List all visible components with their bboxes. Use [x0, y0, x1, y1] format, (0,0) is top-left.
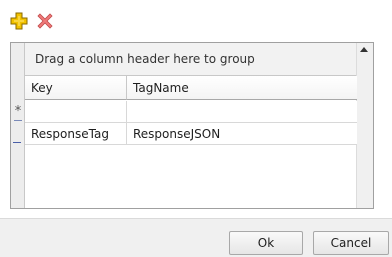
row-header-column	[11, 43, 25, 208]
cancel-button-label: Cancel	[330, 236, 372, 250]
vertical-scrollbar[interactable]	[356, 43, 373, 208]
new-row-key-cell[interactable]	[25, 101, 127, 123]
ok-button[interactable]: Ok	[229, 231, 303, 255]
new-row-tagname-cell[interactable]	[127, 101, 357, 123]
table-row-key-cell[interactable]: ResponseTag	[25, 123, 127, 145]
column-header-key-label: Key	[31, 80, 53, 95]
scroll-up-arrow-icon[interactable]	[360, 47, 368, 52]
row-indicator	[13, 142, 21, 143]
new-row-indicator: *	[12, 101, 24, 123]
remove-row-button[interactable]	[34, 10, 56, 32]
grid-toolbar	[8, 10, 56, 34]
group-panel-text: Drag a column header here to group	[35, 52, 255, 66]
data-grid: Drag a column header here to group Key T…	[10, 42, 374, 209]
column-header-tagname-label: TagName	[133, 80, 189, 95]
key-value: ResponseTag	[31, 126, 109, 141]
dialog-button-bar: Ok Cancel	[0, 218, 392, 257]
tagname-value: ResponseJSON	[133, 126, 221, 141]
ok-button-label: Ok	[257, 236, 275, 250]
column-header-key[interactable]: Key	[25, 76, 127, 100]
table-row-tagname-cell[interactable]: ResponseJSON	[127, 123, 357, 145]
new-row-asterisk: *	[14, 104, 22, 119]
add-row-button[interactable]	[8, 10, 30, 32]
x-icon	[37, 13, 53, 29]
plus-icon	[10, 12, 28, 30]
group-by-panel[interactable]: Drag a column header here to group	[25, 43, 357, 76]
column-header-tagname[interactable]: TagName	[127, 76, 357, 100]
cancel-button[interactable]: Cancel	[313, 231, 389, 255]
